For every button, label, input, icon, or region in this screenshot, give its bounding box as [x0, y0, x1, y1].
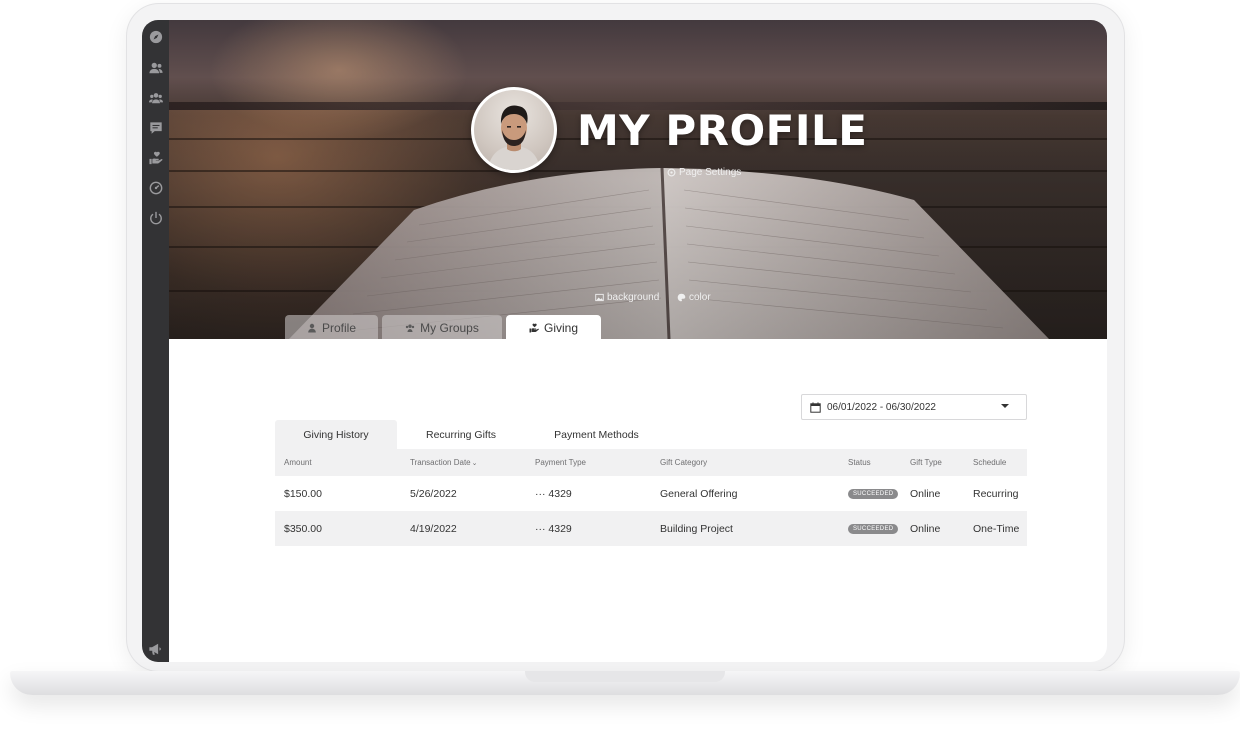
page-title: MY PROFILE: [577, 106, 868, 155]
power-icon[interactable]: [148, 210, 163, 225]
tab-profile-label: Profile: [321, 320, 356, 335]
image-icon: [595, 293, 604, 301]
column-header-schedule[interactable]: Schedule: [973, 449, 1006, 476]
page-settings-label: Page Settings: [679, 166, 742, 178]
gift-type-cell: Online: [910, 522, 941, 535]
app-screen: MY PROFILE Page Settings background colo…: [142, 20, 1107, 662]
sidebar: [142, 20, 169, 662]
column-header-payment-type[interactable]: Payment Type: [535, 449, 586, 476]
amount-cell: $350.00: [284, 522, 322, 535]
tab-my-groups[interactable]: My Groups: [382, 315, 502, 339]
column-header-transaction-date-label: Transaction Date: [410, 458, 471, 467]
column-header-gift-category[interactable]: Gift Category: [660, 449, 707, 476]
profile-banner: MY PROFILE Page Settings background colo…: [169, 20, 1107, 339]
gift-type-cell: Online: [910, 487, 941, 500]
background-button[interactable]: background: [595, 290, 659, 304]
column-header-amount[interactable]: Amount: [284, 449, 312, 476]
date-cell: 4/19/2022: [410, 522, 457, 535]
table-row[interactable]: $150.00 5/26/2022 ··· 4329 General Offer…: [275, 476, 1027, 511]
compass-icon[interactable]: [148, 29, 163, 44]
tab-payment-methods[interactable]: Payment Methods: [534, 420, 659, 449]
schedule-cell: One-Time: [973, 522, 1020, 535]
tab-my-groups-label: My Groups: [420, 320, 479, 335]
giving-history-table: Amount Transaction Date ⌄ Payment Type G…: [275, 449, 1027, 546]
group-icon: [405, 324, 415, 332]
color-button[interactable]: color: [677, 290, 711, 304]
laptop-notch: [525, 671, 725, 682]
page-settings-link[interactable]: Page Settings: [667, 165, 741, 179]
table-row[interactable]: $350.00 4/19/2022 ··· 4329 Building Proj…: [275, 511, 1027, 546]
column-header-transaction-date[interactable]: Transaction Date ⌄: [410, 449, 478, 476]
calendar-icon: [810, 401, 821, 413]
tab-giving-history[interactable]: Giving History: [275, 420, 397, 449]
avatar-photo: [488, 105, 540, 170]
chat-icon[interactable]: [148, 120, 163, 135]
users-icon[interactable]: [148, 90, 163, 105]
tab-recurring-gifts[interactable]: Recurring Gifts: [400, 420, 522, 449]
status-badge: SUCCEEDED: [848, 523, 899, 534]
dashboard-icon[interactable]: [148, 180, 163, 195]
chevron-down-icon: [1001, 404, 1009, 408]
payment-type-cell: ··· 4329: [535, 522, 572, 535]
date-range-select[interactable]: 06/01/2022 - 06/30/2022: [801, 394, 1027, 420]
payment-type-cell: ··· 4329: [535, 487, 572, 500]
gift-category-cell: Building Project: [660, 522, 733, 535]
tab-recurring-gifts-label: Recurring Gifts: [425, 428, 497, 441]
tab-payment-methods-label: Payment Methods: [554, 428, 639, 441]
user-group-icon[interactable]: [148, 60, 163, 75]
color-label: color: [689, 291, 711, 303]
bullhorn-icon[interactable]: [148, 642, 163, 656]
gift-category-cell: General Offering: [660, 487, 738, 500]
date-range-value: 06/01/2022 - 06/30/2022: [827, 401, 936, 413]
amount-cell: $150.00: [284, 487, 322, 500]
status-cell: SUCCEEDED: [848, 511, 899, 546]
avatar[interactable]: [471, 87, 557, 173]
tab-giving[interactable]: Giving: [506, 315, 601, 339]
column-header-status[interactable]: Status: [848, 449, 871, 476]
tab-giving-label: Giving: [543, 320, 578, 335]
date-cell: 5/26/2022: [410, 487, 457, 500]
status-badge: SUCCEEDED: [848, 488, 899, 499]
hand-heart-icon: [529, 323, 539, 332]
settings-icon: [667, 168, 676, 176]
schedule-cell: Recurring: [973, 487, 1019, 500]
table-header: Amount Transaction Date ⌄ Payment Type G…: [275, 449, 1027, 476]
tab-profile[interactable]: Profile: [285, 315, 378, 339]
palette-icon: [677, 293, 686, 301]
background-label: background: [607, 291, 660, 303]
column-header-gift-type[interactable]: Gift Type: [910, 449, 942, 476]
tab-giving-history-label: Giving History: [303, 428, 369, 441]
person-icon: [308, 323, 316, 332]
hand-heart-icon[interactable]: [148, 150, 163, 165]
status-cell: SUCCEEDED: [848, 476, 899, 511]
sort-chevron-icon: ⌄: [471, 459, 478, 467]
